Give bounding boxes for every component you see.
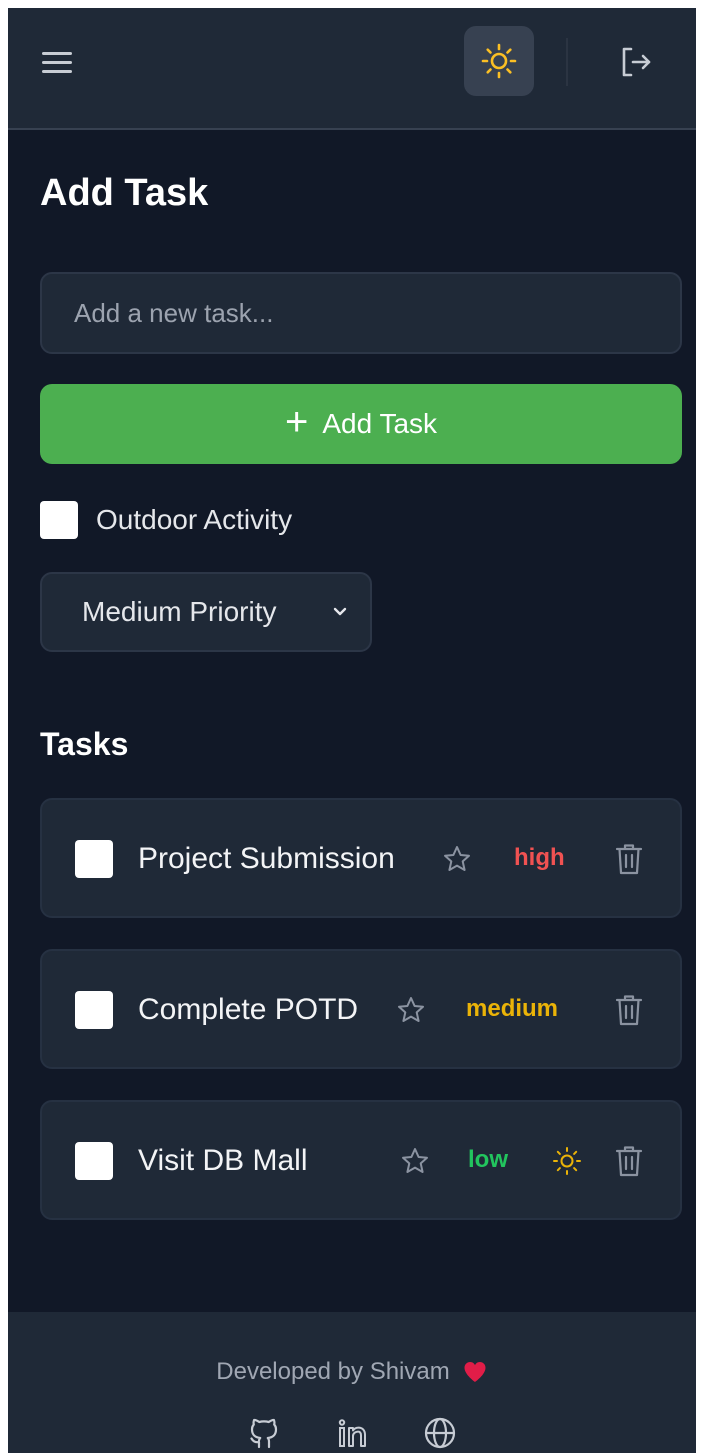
top-bar [8,8,696,130]
task-text: Visit DB Mall [138,1144,308,1177]
trash-icon[interactable] [614,842,644,876]
footer-credit: Developed by Shivam [8,1358,696,1386]
sun-icon [481,43,517,79]
priority-select[interactable]: Medium Priority [40,572,372,652]
add-task-button[interactable]: + Add Task [40,384,682,464]
star-icon[interactable] [396,995,426,1025]
header-divider [566,38,568,86]
star-icon[interactable] [442,844,472,874]
sun-icon [553,1147,581,1175]
task-text: Complete POTD [138,993,359,1026]
priority-select-value: Medium Priority [82,596,277,627]
task-complete-checkbox[interactable] [75,840,113,878]
github-icon[interactable] [247,1416,281,1450]
trash-icon[interactable] [614,993,644,1027]
task-complete-checkbox[interactable] [75,1142,113,1180]
logout-button[interactable] [616,44,656,80]
task-item: Project Submission high [40,798,682,918]
add-task-title: Add Task [40,172,209,214]
new-task-input[interactable] [40,272,682,354]
trash-icon[interactable] [614,1144,644,1178]
social-links [8,1416,696,1450]
task-item: Visit DB Mall low [40,1100,682,1220]
heart-icon [464,1362,486,1382]
task-text: Project Submission [138,842,395,875]
theme-toggle-button[interactable] [464,26,534,96]
add-task-button-label: Add Task [322,408,438,439]
task-item: Complete POTD medium [40,949,682,1069]
plus-icon: + [284,400,309,444]
chevron-down-icon [333,607,347,616]
outdoor-activity-checkbox[interactable] [40,501,78,539]
priority-badge: low [468,1146,508,1173]
outdoor-activity-label: Outdoor Activity [96,504,293,535]
app-root: Add Task + Add Task Outdoor Activity Med… [8,8,696,1453]
credit-text: Developed by Shivam [216,1358,450,1385]
priority-badge: high [514,844,565,871]
hamburger-menu-icon[interactable] [40,46,80,78]
task-complete-checkbox[interactable] [75,991,113,1029]
star-icon[interactable] [400,1146,430,1176]
priority-badge: medium [466,995,559,1022]
logout-icon [622,47,651,77]
linkedin-icon[interactable] [335,1416,369,1450]
tasks-title: Tasks [40,726,129,762]
footer: Developed by Shivam [8,1312,696,1453]
globe-icon[interactable] [423,1416,457,1450]
outdoor-activity-row: Outdoor Activity [40,500,292,540]
